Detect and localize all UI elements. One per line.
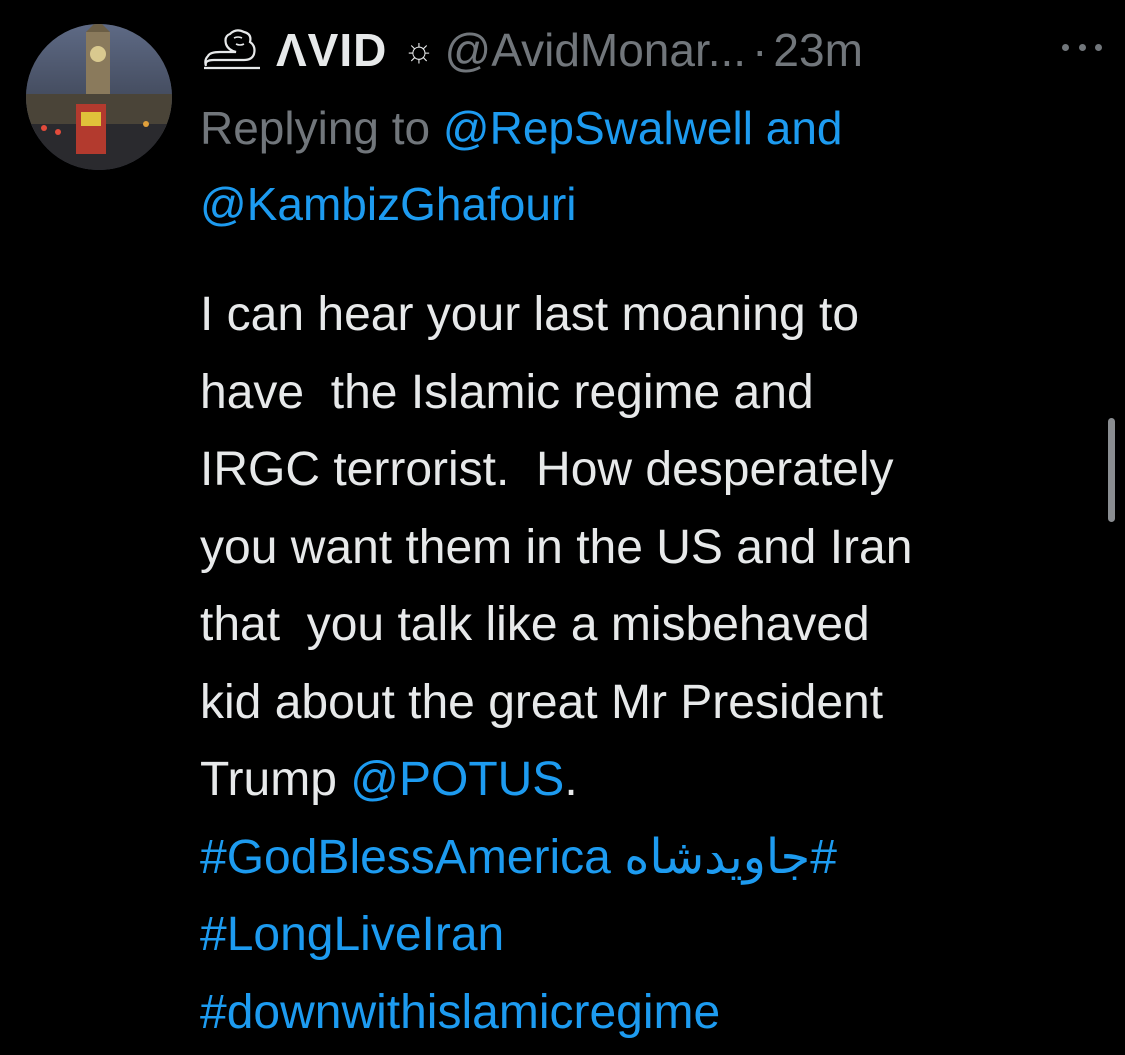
reply-joiner: and [765,102,843,154]
sun-icon: ☼ [403,31,435,69]
tweet-text-line: I can hear your last moaning to [200,288,860,341]
replying-to: Replying to @RepSwalwell and @KambizGhaf… [200,90,1100,242]
tweet-text: I can hear your last moaning to have the… [200,276,1100,1051]
tweet-text-line: you want them in the US and Iran [200,520,913,574]
tweet[interactable]: ΛVID ☼ @AvidMonar... · 23m Replying to @… [0,0,1125,1055]
author-name[interactable]: ΛVID [276,18,387,82]
timestamp[interactable]: 23m [773,18,862,82]
mention-potus[interactable]: @POTUS [350,753,564,806]
hashtag-longliveiran[interactable]: #LongLiveIran [200,908,504,961]
author-handle[interactable]: @AvidMonar... [445,18,747,82]
reply-mention-kambizghafouri[interactable]: @KambizGhafouri [200,178,577,230]
hashtag-line-2: #LongLiveIran [200,896,1100,974]
hashtag-line-1: #GodBlessAmerica #جاویدشاه [200,819,1100,897]
tweet-content: ΛVID ☼ @AvidMonar... · 23m Replying to @… [200,18,1102,1051]
tweet-text-line: that you talk like a misbehaved [200,598,870,651]
tweet-header: ΛVID ☼ @AvidMonar... · 23m [200,18,1100,82]
hashtag-downwithislamicregime[interactable]: #downwithislamicregime [200,986,720,1039]
scrollbar-thumb[interactable] [1108,418,1115,522]
reply-mention-repswalwell[interactable]: @RepSwalwell [443,102,753,154]
hashtag-javidshah[interactable]: #جاویدشاه [624,831,837,884]
more-horizontal-icon[interactable] [1062,32,1102,62]
separator-dot: · [752,24,768,76]
hashtag-godblessamerica[interactable]: #GodBlessAmerica [200,831,611,884]
tweet-text-period: . [564,753,578,806]
replying-prefix: Replying to [200,102,431,154]
tweet-text-line: IRGC terrorist. How desperately [200,443,894,496]
tweet-text-trump: Trump [200,753,351,806]
tweet-text-line: kid about the great Mr President [200,675,884,729]
tweet-text-line-7: Trump @POTUS. [200,741,1100,819]
lion-emblem-icon [204,29,260,70]
tweet-text-line: have the Islamic regime and [200,365,814,419]
hashtag-line-3: #downwithislamicregime [200,974,1100,1052]
avatar[interactable] [26,24,172,170]
avatar-photo [26,24,172,170]
